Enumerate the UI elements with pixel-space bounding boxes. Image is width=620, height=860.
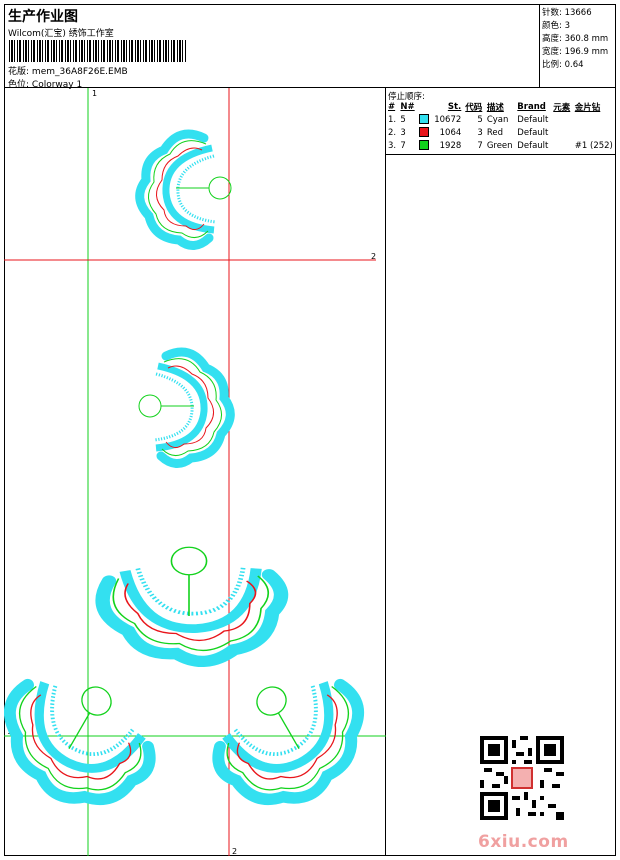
col-index: # xyxy=(388,102,396,112)
table-row: 2. 3 1064 3 Red Default xyxy=(388,127,549,138)
design-label: 花版: xyxy=(8,67,30,77)
stats-box: 针数: 13666 颜色: 3 高度: 360.8 mm 宽度: 196.9 m… xyxy=(540,4,616,88)
table-row: 1. 5 10672 5 Cyan Default xyxy=(388,114,549,125)
stop-sequence-panel: 停止顺序: # N# St. 代码 描述 Brand 元素 金片钻 1. 5 1… xyxy=(386,88,616,856)
motif-top xyxy=(140,134,231,246)
col-desc: 描述 xyxy=(486,103,504,113)
design-canvas: 1 2 1 2 xyxy=(4,88,386,856)
color-table: # N# St. 代码 描述 Brand 元素 金片钻 1. 5 10672 5… xyxy=(386,101,616,152)
qr-code-image xyxy=(480,736,564,820)
stat-stitches: 针数: 13666 xyxy=(542,8,592,18)
design-value: mem_36A8F26E.EMB xyxy=(31,67,128,77)
marker-v1: 1 xyxy=(92,89,97,98)
stat-width: 宽度: 196.9 mm xyxy=(542,47,609,57)
studio-subtitle: Wilcom(汇宝) 绣饰工作室 xyxy=(8,29,114,39)
col-brand: Brand xyxy=(517,102,546,112)
col-stitches: St. xyxy=(447,102,462,112)
motif-lower-arch xyxy=(103,547,281,661)
stat-colors: 颜色: 3 xyxy=(542,21,570,31)
motif-bottom-right xyxy=(197,653,384,827)
embroidery-preview: 1 2 1 2 xyxy=(4,88,386,856)
color-swatch xyxy=(419,140,430,151)
design-name-line: 花版: mem_36A8F26E.EMB xyxy=(8,64,128,77)
table-row: 3. 7 1928 7 Green Default #1 (252) xyxy=(388,140,613,151)
stat-height: 高度: 360.8 mm xyxy=(542,34,609,44)
col-swatch xyxy=(417,101,431,113)
color-swatch xyxy=(419,114,430,125)
marker-v2: 2 xyxy=(232,847,237,856)
col-sequin: 金片钻 xyxy=(574,103,601,113)
color-swatch xyxy=(419,127,430,138)
col-element: 元素 xyxy=(553,103,571,113)
col-needle: N# xyxy=(400,102,415,112)
stat-scale: 比例: 0.64 xyxy=(542,60,584,70)
marker-h2: 2 xyxy=(371,252,376,261)
header-info: 生产作业图 Wilcom(汇宝) 绣饰工作室 花版: mem_36A8F26E.… xyxy=(4,4,540,90)
page-title: 生产作业图 xyxy=(8,9,78,25)
motif-bottom-left xyxy=(4,653,171,827)
panel-divider xyxy=(386,154,616,155)
barcode-image xyxy=(9,40,187,62)
motif-middle xyxy=(139,352,230,464)
table-header-row: # N# St. 代码 描述 Brand 元素 金片钻 xyxy=(386,101,616,113)
watermark-logo: 6xiu.com xyxy=(478,832,569,852)
col-code: 代码 xyxy=(465,103,483,113)
